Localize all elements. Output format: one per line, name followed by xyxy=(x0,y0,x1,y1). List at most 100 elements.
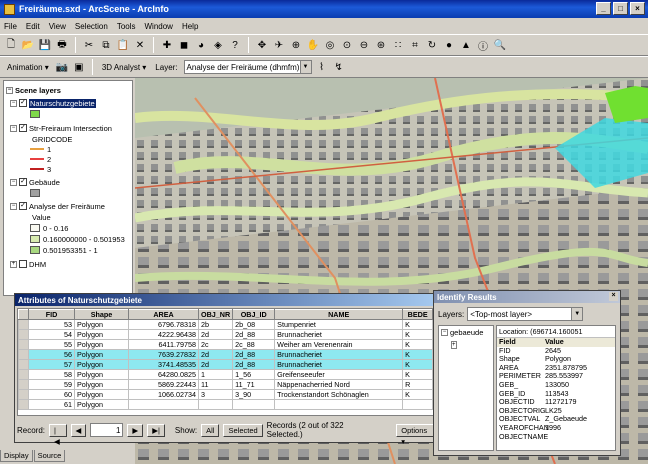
layer-dropdown[interactable]: Analyse der Freiräume (dhmfm) ▼ xyxy=(183,60,312,74)
tree-subitem[interactable]: + xyxy=(451,339,491,349)
narrow-fov-icon[interactable]: ∷ xyxy=(391,38,405,52)
find-icon[interactable]: 🔍 xyxy=(493,38,507,52)
table-row[interactable]: 57 Polygon 3741.48535 2d 2d_88 Brunnacheriet K xyxy=(18,359,434,370)
zoom-out-icon[interactable]: ⊖ xyxy=(357,38,371,52)
zoom-to-target-icon[interactable]: ⊙ xyxy=(340,38,354,52)
menu-tools[interactable]: Tools xyxy=(117,22,136,31)
navigate-icon[interactable]: ✥ xyxy=(255,38,269,52)
table-row[interactable]: 54 Polygon 4222.96438 2d 2d_88 Brunnacheriet K xyxy=(18,329,434,340)
layers-dropdown[interactable]: <Top-most layer> ▼ xyxy=(467,307,584,321)
save-icon[interactable]: 💾 xyxy=(38,38,52,52)
layer-checkbox[interactable]: ✓ xyxy=(19,178,27,186)
layer-checkbox[interactable]: ✓ xyxy=(19,124,27,132)
rotate-icon[interactable]: ↻ xyxy=(425,38,439,52)
menu-edit[interactable]: Edit xyxy=(26,22,40,31)
first-record-button[interactable]: |◀ xyxy=(49,423,67,446)
show-selected-button[interactable]: Selected xyxy=(223,423,263,437)
menu-file[interactable]: File xyxy=(4,22,17,31)
table-row[interactable]: 60 Polygon 1066.02734 3 3_90 Trockenstandort … xyxy=(18,389,434,400)
open-icon[interactable]: 📂 xyxy=(21,38,35,52)
print-icon[interactable]: 🖶 xyxy=(55,38,69,52)
identify-icon[interactable]: ⓘ xyxy=(476,38,490,53)
menu-help[interactable]: Help xyxy=(182,22,198,31)
globe-icon[interactable]: ◕ xyxy=(194,38,208,52)
table-row[interactable]: 61 Polygon xyxy=(18,399,434,410)
column-header[interactable]: OBJ_ID xyxy=(232,309,276,320)
menu-selection[interactable]: Selection xyxy=(75,22,108,31)
row-selector[interactable] xyxy=(18,389,29,400)
full-extent-icon[interactable]: ◼ xyxy=(177,38,191,52)
record-number-field[interactable]: 1 xyxy=(90,423,124,437)
column-header[interactable]: BEDE xyxy=(402,309,434,320)
toc-layer-dhm[interactable]: + DHM xyxy=(10,259,46,269)
copy-icon[interactable]: ⧉ xyxy=(99,38,113,52)
column-header[interactable]: Shape xyxy=(74,309,129,320)
expand-icon[interactable]: + xyxy=(10,260,17,268)
select-icon[interactable]: ▲ xyxy=(459,38,473,52)
column-header[interactable]: NAME xyxy=(274,309,404,320)
table-row[interactable]: 59 Polygon 5869.22443 11 11_71 Näppenacherrie… xyxy=(18,379,434,390)
zoom-in-icon[interactable]: ⊕ xyxy=(289,38,303,52)
toc-layer-intersection[interactable]: − ✓ Str-Freiraum Intersection xyxy=(10,123,112,133)
column-header[interactable]: FID xyxy=(28,309,75,320)
pan-icon[interactable]: ✋ xyxy=(306,38,320,52)
collapse-icon[interactable]: − xyxy=(10,99,17,107)
collapse-icon[interactable]: − xyxy=(10,178,17,186)
menu-window[interactable]: Window xyxy=(145,22,173,31)
show-all-button[interactable]: All xyxy=(201,423,220,437)
add-data-icon[interactable]: ✚ xyxy=(160,38,174,52)
row-selector[interactable] xyxy=(18,329,29,340)
row-selector[interactable] xyxy=(18,319,29,330)
collapse-icon[interactable]: − xyxy=(10,202,17,210)
camera-icon[interactable]: 📷 xyxy=(55,60,69,74)
table-row[interactable]: 58 Polygon 64280.0825 1 1_56 Greifenseeufer K xyxy=(18,369,434,380)
tab-source[interactable]: Source xyxy=(33,450,66,462)
column-header[interactable]: OBJ_NR xyxy=(197,309,234,320)
steepest-path-icon[interactable]: ↯ xyxy=(332,60,346,74)
scene-layers-root[interactable]: − Scene layers xyxy=(6,85,61,95)
tree-item-gebaeude[interactable]: − gebaeude xyxy=(441,328,491,337)
last-record-button[interactable]: ▶| xyxy=(147,423,165,437)
full-extent-2-icon[interactable]: ⌗ xyxy=(408,38,422,52)
maximize-button[interactable]: □ xyxy=(613,2,628,15)
row-selector[interactable] xyxy=(18,359,29,370)
table-row[interactable]: 56 Polygon 7639.27832 2d 2d_88 Brunnacheriet K xyxy=(18,349,434,360)
expand-icon[interactable]: + xyxy=(451,341,457,349)
tab-display[interactable]: Display xyxy=(0,450,33,462)
prev-record-button[interactable]: ◀ xyxy=(70,423,87,437)
column-header[interactable]: AREA xyxy=(128,309,199,320)
layer-checkbox[interactable] xyxy=(19,260,27,268)
collapse-icon[interactable]: − xyxy=(6,86,13,94)
center-target-icon[interactable]: ◎ xyxy=(323,38,337,52)
layer-checkbox[interactable]: ✓ xyxy=(19,202,27,210)
help-icon[interactable]: ? xyxy=(228,38,242,52)
cut-icon[interactable]: ✂ xyxy=(82,38,96,52)
table-row[interactable]: 53 Polygon 6796.78318 2b 2b_08 Stumpenriet K xyxy=(18,319,434,330)
collapse-icon[interactable]: − xyxy=(441,329,448,336)
row-selector[interactable] xyxy=(18,369,29,380)
toc-layer-naturschutzgebiete[interactable]: − ✓ Naturschutzgebiete xyxy=(10,98,96,108)
options-button[interactable]: Options ▾ xyxy=(396,423,437,446)
zoom-full-icon[interactable]: ⊛ xyxy=(374,38,388,52)
paste-icon[interactable]: 📋 xyxy=(116,38,130,52)
animation-controls-icon[interactable]: ▣ xyxy=(72,60,86,74)
toc-layer-analyse[interactable]: − ✓ Analyse der Freiräume xyxy=(10,201,105,211)
collapse-icon[interactable]: − xyxy=(10,124,17,132)
animation-menu[interactable]: Animation ▾ xyxy=(4,63,52,72)
delete-icon[interactable]: ✕ xyxy=(133,38,147,52)
layer-properties-icon[interactable]: ◈ xyxy=(211,38,225,52)
close-button[interactable]: × xyxy=(630,2,645,15)
3d-analyst-menu[interactable]: 3D Analyst ▾ xyxy=(99,63,149,72)
row-selector[interactable] xyxy=(18,349,29,360)
toc-layer-gebaeude[interactable]: − ✓ Gebäude xyxy=(10,177,60,187)
new-icon[interactable]: 🗋 xyxy=(4,38,18,52)
contour-icon[interactable]: ⌇ xyxy=(315,60,329,74)
row-selector[interactable] xyxy=(18,399,29,410)
minimize-button[interactable]: _ xyxy=(596,2,611,15)
close-icon[interactable]: × xyxy=(609,292,618,301)
row-selector[interactable] xyxy=(18,339,29,350)
menu-view[interactable]: View xyxy=(49,22,66,31)
layer-checkbox[interactable]: ✓ xyxy=(19,99,27,107)
table-row[interactable]: 55 Polygon 6411.79758 2c 2c_88 Weiher am Vere… xyxy=(18,339,434,350)
globe2-icon[interactable]: ● xyxy=(442,38,456,52)
